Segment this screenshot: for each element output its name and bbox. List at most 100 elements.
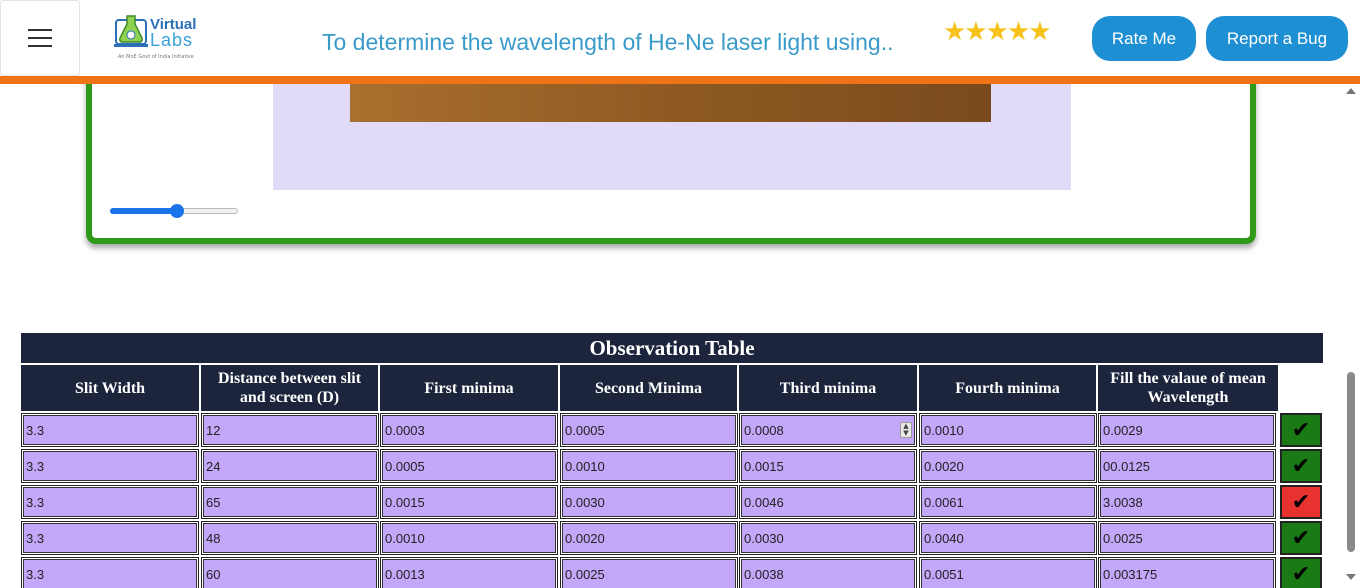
column-header: Fill the valaue of mean Wavelength <box>1098 365 1278 411</box>
table-cell <box>560 485 738 519</box>
observation-input[interactable] <box>1100 559 1274 588</box>
report-bug-button[interactable]: Report a Bug <box>1206 16 1348 61</box>
observation-input[interactable] <box>23 487 197 517</box>
check-button[interactable]: ✔ <box>1280 557 1322 588</box>
observation-input[interactable] <box>1100 487 1274 517</box>
observation-input[interactable] <box>23 415 197 445</box>
observation-input[interactable] <box>921 451 1095 481</box>
table-cell: ▲▼ <box>739 413 917 447</box>
observation-input[interactable] <box>562 487 736 517</box>
scrollbar[interactable] <box>1342 84 1360 588</box>
table-cell <box>201 485 379 519</box>
number-spinner-icon[interactable]: ▲ ▼ <box>900 422 912 438</box>
observation-input[interactable] <box>23 523 197 553</box>
observation-input[interactable] <box>382 487 556 517</box>
check-button[interactable]: ✔ <box>1280 485 1322 519</box>
observation-input[interactable] <box>562 415 736 445</box>
observation-input[interactable] <box>382 559 556 588</box>
observation-input[interactable] <box>921 523 1095 553</box>
table-cell <box>380 485 558 519</box>
check-button[interactable]: ✔ <box>1280 521 1322 555</box>
observation-input[interactable] <box>203 451 377 481</box>
table-row: ✔ <box>21 557 1323 588</box>
observation-input[interactable] <box>562 451 736 481</box>
column-header: Distance between slit and screen (D) <box>201 365 378 411</box>
table-cell <box>21 485 199 519</box>
table-cell <box>739 485 917 519</box>
table-cell <box>919 449 1097 483</box>
observation-input[interactable] <box>203 559 377 588</box>
page-title: To determine the wavelength of He-Ne las… <box>322 29 894 55</box>
slider-fill <box>110 208 176 214</box>
page: Virtual Labs An MoE Govt of India Initia… <box>0 0 1360 588</box>
table-cell <box>21 557 199 588</box>
observation-input[interactable] <box>741 523 915 553</box>
flask-icon <box>114 15 148 47</box>
table-cell <box>919 521 1097 555</box>
virtual-labs-logo[interactable]: Virtual Labs An MoE Govt of India Initia… <box>108 10 208 64</box>
header: Virtual Labs An MoE Govt of India Initia… <box>0 0 1360 78</box>
column-header: Third minima <box>739 365 917 411</box>
slider-thumb[interactable] <box>170 204 184 218</box>
logo-subtitle: An MoE Govt of India Initiative <box>118 54 194 60</box>
observation-input[interactable] <box>203 523 377 553</box>
observation-input[interactable] <box>1100 415 1274 445</box>
slit-slider[interactable] <box>110 204 238 218</box>
table-cell <box>560 557 738 588</box>
check-button[interactable]: ✔ <box>1280 449 1322 483</box>
column-header: Second Minima <box>560 365 737 411</box>
table-cell <box>739 557 917 588</box>
scroll-up-arrow-icon[interactable] <box>1346 88 1356 94</box>
header-accent-bar <box>0 76 1360 84</box>
observation-input[interactable] <box>23 559 197 588</box>
table-cell <box>919 413 1097 447</box>
observation-input[interactable] <box>203 487 377 517</box>
observation-table-title: Observation Table <box>21 333 1323 363</box>
table-cell <box>1098 485 1276 519</box>
table-row: ▲▼ ✔ <box>21 413 1323 447</box>
observation-input[interactable] <box>382 415 556 445</box>
observation-input[interactable] <box>23 451 197 481</box>
observation-input[interactable] <box>562 523 736 553</box>
observation-input[interactable] <box>741 451 915 481</box>
table-cell <box>919 557 1097 588</box>
table-cell <box>919 485 1097 519</box>
rate-me-button[interactable]: Rate Me <box>1092 16 1196 61</box>
logo-line2: Labs <box>150 30 194 50</box>
table-cell <box>380 413 558 447</box>
table-cell <box>1098 521 1276 555</box>
table-cell <box>380 521 558 555</box>
observation-input[interactable] <box>921 487 1095 517</box>
hamburger-icon <box>28 29 52 31</box>
observation-input[interactable] <box>203 415 377 445</box>
table-row: ✔ <box>21 521 1323 555</box>
observation-input[interactable] <box>1100 451 1274 481</box>
table-cell <box>201 521 379 555</box>
table-cell <box>560 413 738 447</box>
table-cell <box>1098 413 1276 447</box>
check-button[interactable]: ✔ <box>1280 413 1322 447</box>
table-row: ✔ <box>21 485 1323 519</box>
table-cell <box>21 521 199 555</box>
table-cell <box>201 557 379 588</box>
laser-plate <box>350 84 991 122</box>
scroll-thumb[interactable] <box>1347 372 1355 552</box>
table-cell <box>21 413 199 447</box>
observation-input[interactable] <box>1100 523 1274 553</box>
observation-input[interactable] <box>921 559 1095 588</box>
observation-input[interactable] <box>562 559 736 588</box>
table-cell <box>201 449 379 483</box>
table-cell <box>1098 557 1276 588</box>
table-cell <box>560 449 738 483</box>
observation-input[interactable] <box>741 487 915 517</box>
menu-button[interactable] <box>0 0 80 76</box>
observation-input[interactable] <box>382 451 556 481</box>
observation-input[interactable] <box>382 523 556 553</box>
observation-input[interactable] <box>741 559 915 588</box>
scroll-down-arrow-icon[interactable] <box>1346 574 1356 580</box>
table-cell <box>21 449 199 483</box>
rating-stars[interactable]: ★★★★★ <box>943 18 1052 46</box>
observation-input[interactable] <box>921 415 1095 445</box>
observation-input[interactable] <box>741 415 915 445</box>
table-cell <box>201 413 379 447</box>
